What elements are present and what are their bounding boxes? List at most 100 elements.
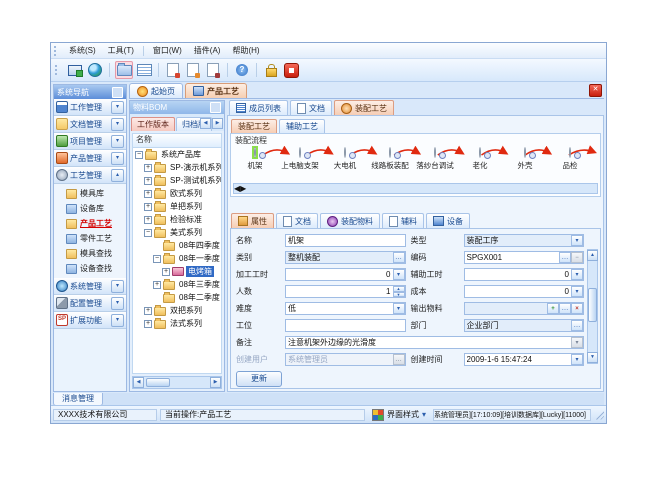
expand-icon[interactable] [144,164,152,172]
tab-equipment[interactable]: 设备 [426,213,470,228]
tab-doc[interactable]: 文档 [276,213,318,228]
tree-row[interactable]: 08年四季度 [133,239,221,252]
report-red-button[interactable] [164,61,182,79]
folder-button[interactable] [115,61,133,79]
ellipsis-icon[interactable]: … [559,252,571,263]
form-vertical-scrollbar[interactable] [587,249,598,364]
help-button[interactable]: ? [233,61,251,79]
tree-row[interactable]: 双把系列 [133,304,221,317]
table-button[interactable] [135,61,153,79]
close-icon[interactable]: ✕ [589,84,602,97]
tab-assembly-process[interactable]: 装配工艺 [334,100,394,115]
tree-node-label[interactable]: 电烤箱 [186,266,214,277]
subtab-assembly-process[interactable]: 装配工艺 [231,119,277,133]
toolbar-grip[interactable] [55,65,60,75]
sidebar-group-work[interactable]: 工作管理 [54,99,126,116]
scroll-down-icon[interactable] [587,352,598,363]
resize-grip[interactable] [594,410,604,420]
tree-row[interactable]: 检验标准 [133,213,221,226]
process-node-icon[interactable] [524,147,526,158]
tab-assembly-materials[interactable]: 装配物料 [320,213,380,228]
lock-button[interactable] [262,61,280,79]
collapse-icon[interactable] [135,151,143,159]
flow-node-debug[interactable]: 落纱台调试 [413,146,457,171]
subtab-auxiliary-process[interactable]: 辅助工艺 [279,119,325,133]
tree-row[interactable]: 单把系列 [133,200,221,213]
tree-row[interactable]: 美式系列 [133,226,221,239]
tree-node-label[interactable]: 双把系列 [168,305,204,316]
flow-node-frame[interactable]: 机架 [233,146,277,171]
department-picker[interactable]: 企业部门… [464,319,585,332]
chevron-down-icon[interactable] [393,269,405,280]
scroll-left-icon[interactable] [200,118,211,129]
exit-button[interactable] [282,61,300,79]
process-node-icon[interactable] [299,147,301,158]
scroll-left-icon[interactable] [133,377,144,388]
globe-button[interactable] [86,61,104,79]
aux-hours-input[interactable]: 0 [464,268,585,281]
bom-horizontal-scrollbar[interactable] [132,376,222,389]
tab-documents[interactable]: 文档 [290,100,332,115]
report-dark-button[interactable] [204,61,222,79]
expand-icon[interactable] [144,190,152,198]
scroll-right-icon[interactable] [210,377,221,388]
flow-node-shell[interactable]: 外壳 [503,146,547,171]
sidebar-group-project[interactable]: 项目管理 [54,133,126,150]
minus-icon[interactable]: − [571,252,583,263]
expand-icon[interactable] [144,307,152,315]
sidebar-item-part-process[interactable]: 零件工艺 [54,231,126,246]
expand-icon[interactable] [162,268,170,276]
tree-row[interactable]: 08年三季度 [133,278,221,291]
menu-tools[interactable]: 工具(T) [102,44,140,57]
collapse-icon[interactable] [153,255,161,263]
spinner-buttons[interactable] [393,286,405,297]
tree-row[interactable]: SP-演示机系列 [133,161,221,174]
scrollbar-thumb[interactable] [588,288,597,322]
tree-node-label[interactable]: 08年三季度 [177,279,222,290]
ellipsis-icon[interactable]: … [393,252,405,263]
sidebar-group-config[interactable]: 配置管理 [54,295,126,312]
sidebar-group-extension[interactable]: SP 扩展功能 [54,312,126,329]
sidebar-group-process[interactable]: 工艺管理 [54,167,126,184]
expand-icon[interactable] [153,281,161,289]
process-node-icon[interactable] [389,147,391,158]
tab-auxiliary-materials[interactable]: 辅料 [382,213,424,228]
chevron-up-icon[interactable] [111,169,124,182]
sidebar-item-mold-search[interactable]: 模具查找 [54,246,126,261]
flow-node-circuit-board[interactable]: 线路板装配 [368,146,412,171]
menu-help[interactable]: 帮助(H) [226,44,265,57]
flow-node-inspection[interactable]: 品检 [548,146,592,171]
station-input[interactable] [285,319,406,332]
process-node-icon[interactable] [344,147,346,158]
chevron-down-icon[interactable] [111,135,124,148]
sidebar-pin-icon[interactable] [112,87,123,98]
process-node-icon[interactable] [569,147,571,158]
cost-input[interactable]: 0 [464,285,585,298]
chevron-down-icon[interactable] [111,152,124,165]
process-node-icon[interactable] [254,147,256,158]
flow-node-aging[interactable]: 老化 [458,146,502,171]
update-button[interactable]: 更新 [236,371,282,387]
type-select[interactable]: 装配工序 [464,234,585,247]
chevron-down-icon[interactable] [422,410,426,419]
expand-icon[interactable] [144,177,152,185]
tree-node-label[interactable]: 08年二季度 [177,292,222,303]
chevron-down-icon[interactable] [111,297,124,310]
chevron-down-icon[interactable] [571,235,583,246]
chevron-down-icon[interactable] [571,286,583,297]
menu-system[interactable]: 系统(S) [63,44,102,57]
add-icon[interactable]: + [547,303,559,314]
created-time-picker[interactable]: 2009-1-6 15:47:24 [464,353,585,366]
flow-node-bracket[interactable]: 上电脑支架 [278,146,322,171]
chevron-down-icon[interactable] [111,118,124,131]
sidebar-item-equipment-library[interactable]: 设备库 [54,201,126,216]
scroll-right-icon[interactable] [212,118,223,129]
scroll-right-icon[interactable] [240,184,246,193]
tab-member-list[interactable]: 成员列表 [229,100,288,115]
clear-icon[interactable]: × [571,303,583,314]
tree-row[interactable]: 欧式系列 [133,187,221,200]
tree-row[interactable]: 08年二季度 [133,291,221,304]
tree-node-label[interactable]: 单把系列 [168,201,204,212]
tab-product-process[interactable]: 产品工艺 [185,83,247,98]
tab-start-page[interactable]: 起始页 [129,83,183,98]
